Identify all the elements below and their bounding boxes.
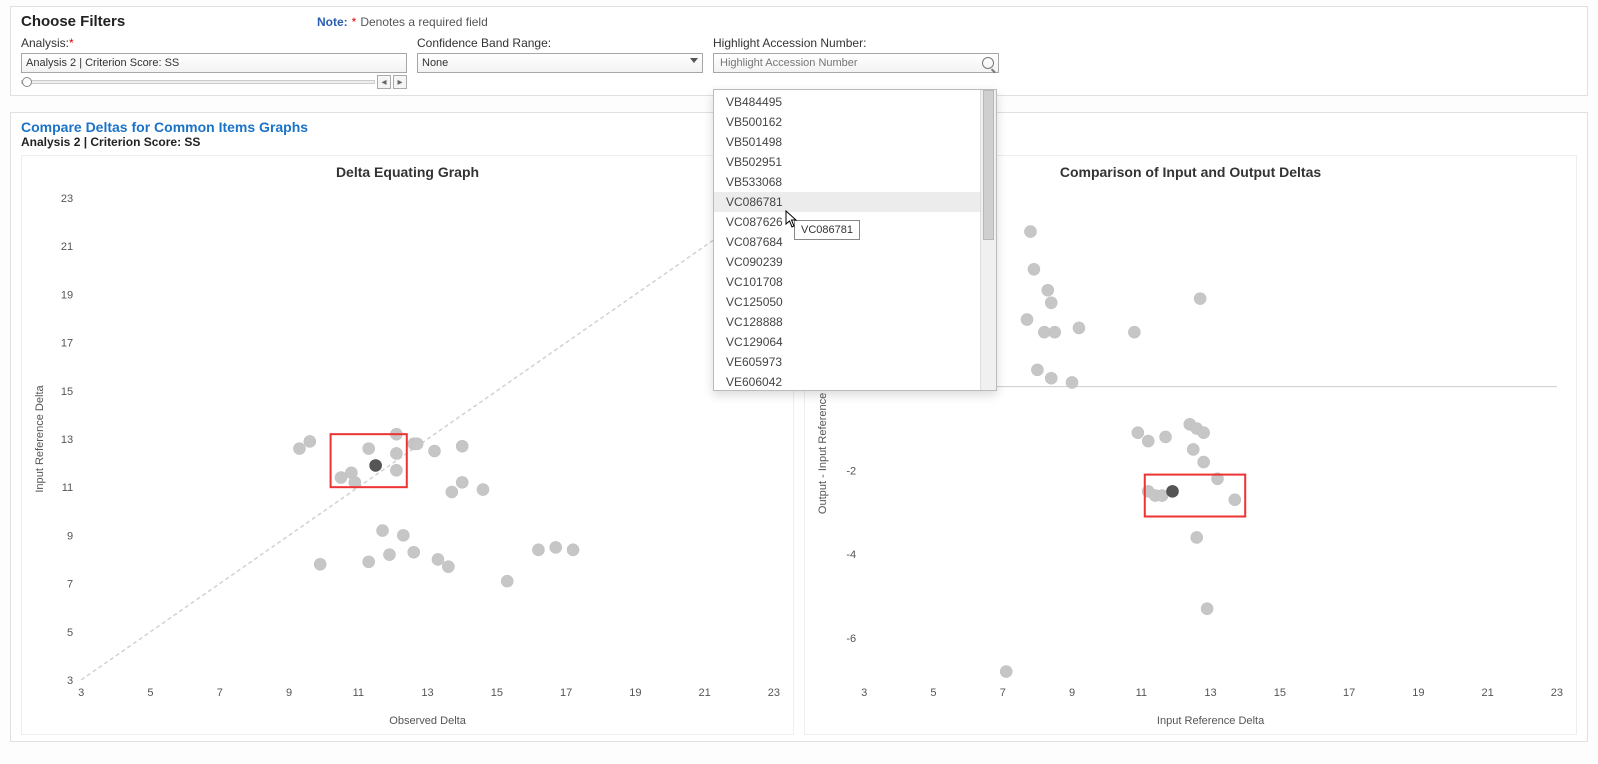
svg-text:Input Reference Delta: Input Reference Delta [1157,715,1265,727]
dropdown-scrollbar[interactable] [980,90,996,390]
svg-text:11: 11 [353,687,364,699]
confidence-select[interactable]: None [417,53,703,73]
filters-heading: Choose Filters [21,13,317,30]
dropdown-item[interactable]: VB501498 [714,132,980,152]
filters-header: Choose Filters Note: * Denotes a require… [21,13,1577,30]
chart-left-title: Delta Equating Graph [26,164,789,180]
svg-text:5: 5 [67,627,73,639]
svg-text:7: 7 [67,579,73,591]
dropdown-item[interactable]: VE605973 [714,352,980,372]
pager-prev-button[interactable]: ◂ [377,75,391,89]
svg-text:11: 11 [1136,687,1147,699]
dropdown-item[interactable]: VC128888 [714,312,980,332]
chevron-down-icon [690,58,698,63]
svg-text:15: 15 [1274,687,1286,699]
analysis-slider[interactable]: ◂ ▸ [21,75,407,89]
dropdown-item[interactable]: VB533068 [714,172,980,192]
svg-text:11: 11 [62,482,73,494]
slider-track[interactable] [21,80,375,84]
svg-text:-4: -4 [846,549,856,561]
svg-text:23: 23 [1551,687,1563,699]
svg-text:-2: -2 [846,465,856,477]
svg-text:-6: -6 [846,633,856,645]
dropdown-item[interactable]: VC129064 [714,332,980,352]
dropdown-item[interactable]: VC086781 [714,192,980,212]
svg-text:19: 19 [629,687,641,699]
analysis-value: Analysis 2 | Criterion Score: SS [26,57,179,69]
analysis-select[interactable]: Analysis 2 | Criterion Score: SS [21,53,407,73]
svg-text:23: 23 [61,193,73,205]
svg-text:9: 9 [1069,687,1075,699]
note-label: Note: [317,15,348,29]
svg-text:5: 5 [930,687,936,699]
highlight-dropdown[interactable]: VB484495VB500162VB501498VB502951VB533068… [713,89,997,391]
svg-text:9: 9 [67,530,73,542]
search-icon [982,57,994,69]
svg-text:3: 3 [67,675,73,687]
svg-text:21: 21 [61,241,73,253]
dropdown-item[interactable]: VE606042 [714,372,980,390]
analysis-label: Analysis:* [21,36,407,50]
highlight-tooltip: VC086781 [794,220,860,240]
svg-text:23: 23 [768,687,780,699]
filters-panel: Choose Filters Note: * Denotes a require… [10,6,1588,96]
svg-text:Input Reference Delta: Input Reference Delta [34,384,46,492]
svg-text:3: 3 [78,687,84,699]
svg-text:15: 15 [61,386,73,398]
highlight-input[interactable] [718,56,982,70]
filter-confidence: Confidence Band Range: None [417,36,703,89]
svg-text:13: 13 [421,687,433,699]
svg-text:17: 17 [560,687,572,699]
filter-row: Analysis:* Analysis 2 | Criterion Score:… [21,36,1577,89]
svg-text:15: 15 [491,687,503,699]
svg-text:17: 17 [61,338,73,350]
svg-text:13: 13 [61,434,73,446]
note-text: Denotes a required field [360,15,487,29]
pager-next-button[interactable]: ▸ [393,75,407,89]
highlight-search[interactable] [713,53,999,73]
svg-text:Observed Delta: Observed Delta [389,715,467,727]
svg-text:19: 19 [1412,687,1424,699]
dropdown-item[interactable]: VB500162 [714,112,980,132]
dropdown-list: VB484495VB500162VB501498VB502951VB533068… [714,90,980,390]
dropdown-scroll-thumb[interactable] [983,90,994,240]
svg-text:7: 7 [1000,687,1006,699]
svg-text:21: 21 [1482,687,1494,699]
chart-left: Delta Equating Graph 3579111315171921233… [21,155,794,735]
dropdown-item[interactable]: VC101708 [714,272,980,292]
dropdown-item[interactable]: VC090239 [714,252,980,272]
required-asterisk: * [352,15,357,29]
dropdown-item[interactable]: VB502951 [714,152,980,172]
svg-text:19: 19 [61,289,73,301]
highlight-label: Highlight Accession Number: [713,36,999,50]
slider-thumb[interactable] [22,77,32,87]
filter-analysis: Analysis:* Analysis 2 | Criterion Score:… [21,36,407,89]
filter-highlight: Highlight Accession Number: VB484495VB50… [713,36,999,89]
dropdown-item[interactable]: VC125050 [714,292,980,312]
svg-text:5: 5 [147,687,153,699]
svg-text:13: 13 [1204,687,1216,699]
svg-text:7: 7 [217,687,223,699]
svg-text:3: 3 [861,687,867,699]
svg-text:21: 21 [699,687,711,699]
dropdown-item[interactable]: VB484495 [714,92,980,112]
chart-left-svg: 3 5 7 9 11 13 15 17 19 21 23 3 5 7 9 11 13 15 17 19 21 23 Obse… [26,188,789,730]
confidence-label: Confidence Band Range: [417,36,703,50]
confidence-value: None [422,57,448,69]
svg-text:17: 17 [1343,687,1355,699]
svg-text:9: 9 [286,687,292,699]
